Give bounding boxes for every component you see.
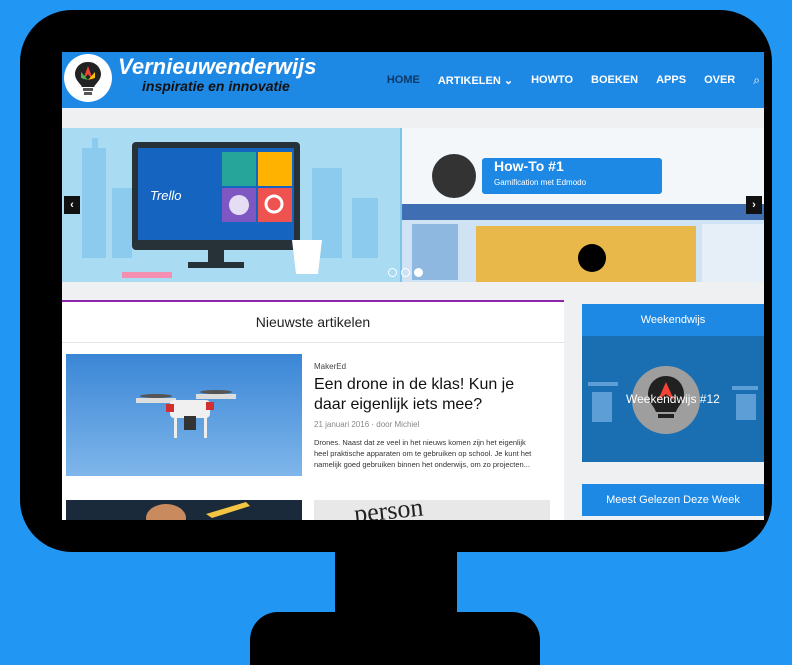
monitor-stand-neck <box>335 548 457 620</box>
nav-item-howto[interactable]: HOWTO <box>531 74 573 86</box>
trello-illustration <box>82 138 378 278</box>
slide-howto[interactable]: How-To #1 Gamification met Edmodo <box>402 128 764 282</box>
monitor-stand-base <box>250 612 540 665</box>
article-text: MakerEd Een drone in de klas! Kun je daa… <box>314 362 540 470</box>
site-logo[interactable] <box>64 54 112 102</box>
nav-item-boeken[interactable]: BOEKEN <box>591 74 638 86</box>
slide-title: How-To #1 <box>494 158 564 174</box>
dictionary-word: person <box>352 500 425 520</box>
article-title[interactable]: Een drone in de klas! Kun je daar eigenl… <box>314 375 540 415</box>
site-tagline: inspiratie en innovatie <box>142 78 290 94</box>
lightbulb-icon <box>75 62 101 95</box>
article-category[interactable]: MakerEd <box>314 362 540 371</box>
article-meta: 21 januari 2016 · door Michiel <box>314 420 420 429</box>
search-icon[interactable]: ⌕ <box>753 73 760 88</box>
trello-logo-text: Trello <box>150 188 182 203</box>
main-nav: HOME ARTIKELEN ⌄ HOWTO BOEKEN APPS OVER … <box>387 52 764 108</box>
article-thumbnail-2[interactable] <box>66 500 302 520</box>
site-header: Vernieuwenderwijs inspiratie en innovati… <box>62 52 764 108</box>
nav-item-apps[interactable]: APPS <box>656 74 686 86</box>
drone-image <box>66 354 302 476</box>
hero-slider[interactable]: Trello How-To #1 Gamification met Edmodo… <box>62 128 764 282</box>
slider-dot-1[interactable] <box>388 268 397 277</box>
article-thumbnail[interactable] <box>66 354 302 476</box>
weekendwijs-widget[interactable]: Weekendwijs #12 <box>582 336 764 462</box>
meest-gelezen-widget-title: Meest Gelezen Deze Week <box>582 484 764 516</box>
weekendwijs-label[interactable]: Weekendwijs #12 <box>626 392 720 406</box>
section-divider <box>62 342 564 343</box>
prev-arrow-icon[interactable]: ‹ <box>64 196 80 214</box>
slider-dot-3[interactable] <box>414 268 423 277</box>
slide-subtitle: Gamification met Edmodo <box>494 178 587 187</box>
weekendwijs-widget-title: Weekendwijs <box>582 304 764 336</box>
edmodo-logo <box>432 154 476 198</box>
nav-item-home[interactable]: HOME <box>387 74 420 86</box>
article-excerpt: Drones. Naast dat ze veel in het nieuws … <box>314 438 532 469</box>
article-card[interactable]: MakerEd Een drone in de klas! Kun je daa… <box>66 354 550 486</box>
nav-item-artikelen[interactable]: ARTIKELEN ⌄ <box>438 74 513 87</box>
slider-dot-2[interactable] <box>401 268 410 277</box>
browser-screen: Vernieuwenderwijs inspiratie en innovati… <box>62 52 764 520</box>
slide-trello[interactable]: Trello <box>62 128 400 282</box>
article-thumbnail-3[interactable]: person <box>314 500 550 520</box>
nav-item-over[interactable]: OVER <box>704 74 735 86</box>
edmodo-illustration <box>402 128 764 282</box>
slider-dots <box>388 268 423 277</box>
person-image <box>66 500 302 520</box>
next-arrow-icon[interactable]: › <box>746 196 762 214</box>
latest-articles-panel: Nieuwste artikelen MakerEd Een drone in … <box>62 300 564 520</box>
section-title: Nieuwste artikelen <box>255 314 371 330</box>
